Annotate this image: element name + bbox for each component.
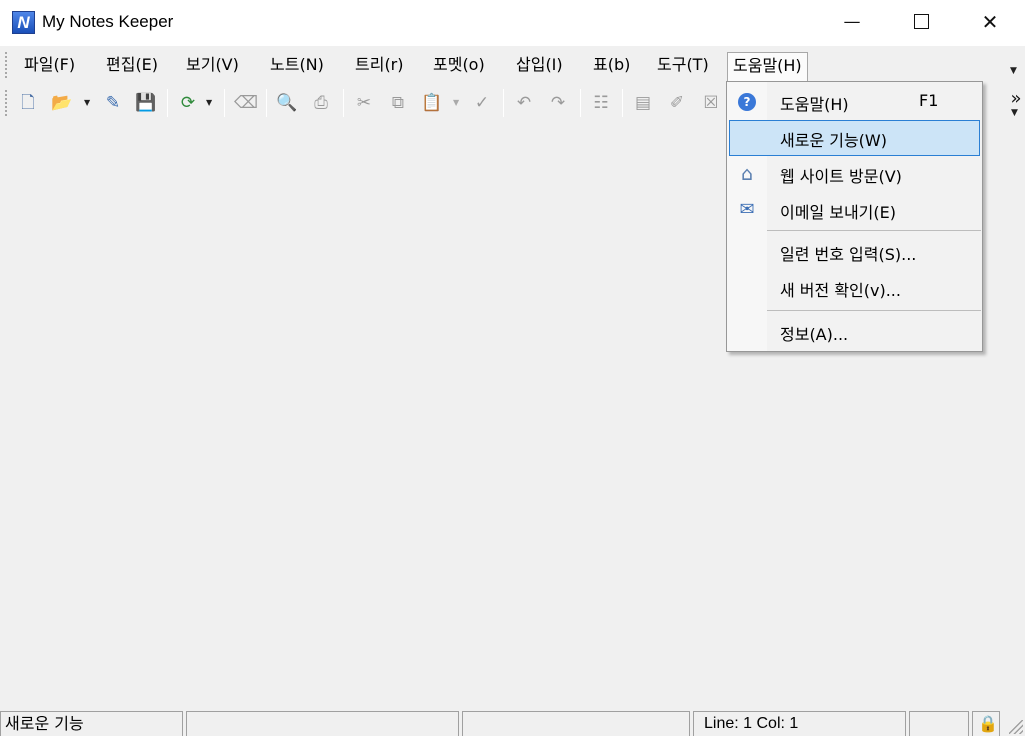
undo-icon[interactable]: ↶ [513, 92, 535, 114]
menu-item-whats-new[interactable]: 새로운 기능(W) [729, 120, 980, 156]
toolbar-separator [580, 89, 581, 117]
toolbar-separator [622, 89, 623, 117]
help-circle-icon: ? [738, 93, 756, 111]
add-note-icon[interactable]: ▤ [632, 92, 654, 114]
home-icon: ⌂ [740, 163, 754, 185]
minimize-button[interactable]: — [824, 0, 880, 46]
menu-item-label: 도움말(H) [780, 95, 849, 114]
menu-tree[interactable]: 트리(r) [349, 52, 410, 80]
toolbar-overflow-icon[interactable]: » [1005, 88, 1025, 110]
close-button[interactable]: ✕ [962, 0, 1018, 46]
menu-edit[interactable]: 편집(E) [100, 52, 164, 80]
menu-separator [767, 310, 981, 311]
resize-grip[interactable] [1009, 720, 1023, 734]
redo-icon[interactable]: ↷ [547, 92, 569, 114]
maximize-icon [913, 13, 929, 29]
menu-item-label: 일련 번호 입력(S)... [780, 245, 917, 264]
maximize-button[interactable] [893, 0, 949, 46]
toolbar-separator [167, 89, 168, 117]
menu-item-visit-website[interactable]: ⌂ 웹 사이트 방문(V) [729, 156, 980, 192]
menu-item-label: 새 버전 확인(v)... [780, 281, 901, 300]
menu-table[interactable]: 표(b) [587, 52, 636, 80]
menu-view[interactable]: 보기(V) [180, 52, 245, 80]
eraser-icon[interactable]: ✎ [102, 92, 124, 114]
toolbar-grip[interactable] [5, 90, 7, 116]
copy-icon[interactable]: ⧉ [387, 92, 409, 114]
menu-file[interactable]: 파일(F) [18, 52, 81, 80]
toolbar-separator [224, 89, 225, 117]
new-note-icon[interactable]: 🗋 [17, 92, 39, 114]
status-cursor-position: Line: 1 Col: 1 [693, 711, 906, 736]
cut-icon[interactable]: ✂ [353, 92, 375, 114]
envelope-icon: ✉ [739, 199, 755, 220]
toolbar-separator [503, 89, 504, 117]
window-title: My Notes Keeper [42, 12, 174, 31]
lock-icon: 🔒 [972, 711, 1000, 736]
menu-item-label: 정보(A)... [780, 325, 849, 344]
paste-icon[interactable]: 📋 [421, 92, 443, 114]
menu-tools[interactable]: 도구(T) [651, 52, 715, 80]
menu-separator [767, 230, 981, 231]
title-bar: N My Notes Keeper — ✕ [0, 0, 1025, 46]
menu-item-about[interactable]: 정보(A)... [729, 314, 980, 350]
menu-item-check-update[interactable]: 새 버전 확인(v)... [729, 270, 980, 306]
delete-note-icon[interactable]: ☒ [700, 92, 722, 114]
menubar-chevron-icon[interactable]: ▼ [1010, 66, 1017, 76]
status-panel-3 [462, 711, 690, 736]
open-folder-icon[interactable]: 📂 [51, 92, 73, 114]
status-message: 새로운 기능 [0, 711, 183, 736]
menu-help[interactable]: 도움말(H) [727, 52, 808, 81]
menu-item-enter-serial[interactable]: 일련 번호 입력(S)... [729, 234, 980, 270]
refresh-icon[interactable]: ⟳ [177, 92, 199, 114]
print-icon[interactable]: ⎙ [310, 92, 332, 114]
menu-item-label: 웹 사이트 방문(V) [780, 167, 902, 186]
refresh-dropdown-icon[interactable]: ▼ [206, 98, 212, 107]
menu-format[interactable]: 포멧(o) [427, 52, 491, 80]
tree-icon[interactable]: ☷ [590, 92, 612, 114]
paste-dropdown-icon[interactable]: ▼ [453, 98, 459, 107]
menu-item-help[interactable]: ? 도움말(H) F1 [729, 84, 980, 120]
status-bar: 새로운 기능 Line: 1 Col: 1 🔒 [0, 710, 1025, 736]
edit-note-icon[interactable]: ✐ [666, 92, 688, 114]
menu-insert[interactable]: 삽입(I) [510, 52, 569, 80]
toolbar-separator [266, 89, 267, 117]
menubar-grip[interactable] [5, 52, 7, 78]
menu-bar: 파일(F) 편집(E) 보기(V) 노트(N) 트리(r) 포멧(o) 삽입(I… [0, 47, 1025, 83]
help-dropdown-menu: ? 도움말(H) F1 새로운 기능(W) ⌂ 웹 사이트 방문(V) ✉ 이메… [726, 81, 983, 352]
toolbar-chevron-icon[interactable]: ▼ [1011, 108, 1018, 118]
menu-item-label: 새로운 기능(W) [780, 131, 887, 150]
save-icon[interactable]: 💾 [135, 92, 157, 114]
open-dropdown-icon[interactable]: ▼ [84, 98, 90, 107]
app-window: N My Notes Keeper — ✕ 파일(F) 편집(E) 보기(V) … [0, 0, 1025, 736]
status-panel-2 [186, 711, 459, 736]
app-logo-icon[interactable]: N [12, 11, 35, 34]
broom-icon[interactable]: ⌫ [234, 92, 258, 114]
toolbar-separator [343, 89, 344, 117]
menu-note[interactable]: 노트(N) [264, 52, 330, 80]
menu-item-label: 이메일 보내기(E) [780, 203, 896, 222]
status-panel-5 [909, 711, 969, 736]
menu-item-shortcut: F1 [919, 91, 939, 110]
print-preview-icon[interactable]: 🔍 [276, 92, 298, 114]
menu-item-send-email[interactable]: ✉ 이메일 보내기(E) [729, 192, 980, 228]
spellcheck-icon[interactable]: ✓ [471, 92, 493, 114]
